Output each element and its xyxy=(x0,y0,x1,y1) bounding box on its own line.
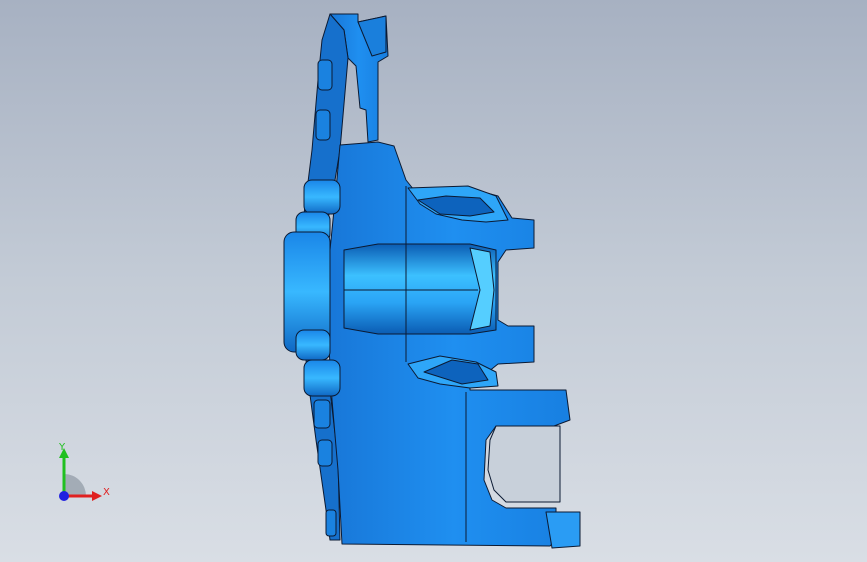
x-axis-label: X xyxy=(103,487,110,498)
x-arrow-icon xyxy=(92,491,102,501)
yoke-slot xyxy=(487,425,561,503)
axis-triad: Y X xyxy=(48,440,118,510)
bolt-boss-lower xyxy=(303,359,341,397)
cad-3d-viewport[interactable]: Y X xyxy=(0,0,867,562)
y-axis-label: Y xyxy=(59,442,66,453)
model-geometry xyxy=(283,13,581,549)
flange-feature-1 xyxy=(317,59,333,91)
cad-model-view[interactable] xyxy=(0,0,867,562)
flange-feature-3 xyxy=(313,399,331,429)
flange-feature-4 xyxy=(317,439,333,467)
lower-lug xyxy=(545,511,581,549)
bolt-boss-upper xyxy=(303,179,341,215)
z-axis-icon xyxy=(59,491,69,501)
flange-feature-2 xyxy=(315,109,331,141)
flange-feature-5 xyxy=(325,509,337,537)
bolt-boss-mid-lower xyxy=(295,329,331,361)
